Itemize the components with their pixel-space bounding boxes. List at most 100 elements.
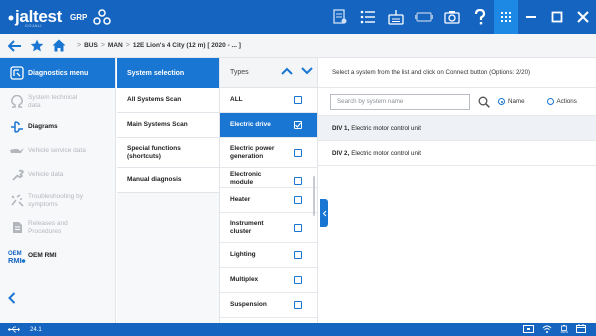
system-option-all-systems-scan[interactable]: All Systems Scan [117, 88, 219, 113]
camera-icon[interactable] [438, 0, 466, 34]
sidebar-item-vehicle-data[interactable]: Vehicle data [0, 163, 115, 187]
back-button[interactable] [4, 34, 26, 58]
breadcrumb-item[interactable]: MAN [108, 42, 123, 49]
sidebar-item-vehicle-service-data[interactable]: Vehicle service data [0, 139, 115, 163]
ohm-icon [6, 95, 28, 108]
search-by-actions-radio[interactable]: Actions [546, 98, 577, 105]
title-bar: jaltest COJALI GRP [0, 0, 596, 34]
system-option-label: All Systems Scan [127, 96, 182, 103]
diagnostics-sidebar: Diagnostics menu System technical data Di… [0, 58, 116, 323]
type-item-label: Lighting [230, 251, 256, 258]
sidebar-item-label: Vehicle data [28, 171, 64, 178]
chevron-up-icon[interactable] [281, 67, 293, 75]
system-option-main-systems-scan[interactable]: Main Systems Scan [117, 113, 219, 138]
search-icon[interactable] [478, 96, 490, 108]
mode-label: GRP [70, 12, 88, 22]
types-scrollbar[interactable] [313, 176, 315, 216]
collapse-types-button[interactable] [320, 199, 328, 227]
result-code: DIV 1, [332, 124, 350, 132]
diagnostics-menu-icon [6, 66, 28, 80]
breadcrumb: > BUS > MAN > 12E Lion's 4 City (12 m) [… [74, 42, 241, 49]
search-row: Search by system name Name Actions [318, 88, 596, 116]
sidebar-item-diagrams[interactable]: Diagrams [0, 115, 115, 139]
favorites-button[interactable] [26, 34, 48, 58]
oem-rmi-icon: OEM RMI [6, 248, 28, 264]
back-arrow-icon [8, 39, 21, 52]
type-checkbox[interactable] [294, 148, 302, 157]
usb-icon [8, 326, 20, 333]
system-option-label: Main Systems Scan [127, 121, 188, 128]
type-item-electric-power-generation[interactable]: Electric power generation [220, 138, 317, 168]
keyboard-icon[interactable] [382, 0, 410, 34]
type-checkbox[interactable] [294, 223, 302, 232]
logo-dot-icon [8, 15, 14, 21]
search-by-name-radio[interactable]: Name [498, 98, 525, 105]
system-option-special-functions[interactable]: Special functions (shortcuts) [117, 138, 219, 168]
search-input[interactable]: Search by system name [330, 93, 470, 110]
type-item-suspension[interactable]: Suspension [220, 293, 317, 318]
vci-connection-icon [523, 324, 535, 335]
sidebar-header[interactable]: Diagnostics menu [0, 58, 115, 88]
list-icon[interactable] [354, 0, 382, 34]
type-checkbox[interactable] [294, 301, 302, 309]
type-item-heater[interactable]: Heater [220, 188, 317, 213]
type-item-label: Heater [230, 196, 251, 203]
version-label: 24.1 [30, 326, 42, 333]
chevron-down-icon[interactable] [301, 67, 313, 75]
result-row[interactable]: DIV 1, Electric motor control unit [318, 116, 596, 141]
breadcrumb-chevron-icon: > [77, 42, 82, 49]
system-option-manual-diagnosis[interactable]: Manual diagnosis [117, 168, 219, 193]
report-icon[interactable] [326, 0, 354, 34]
vehicle-group-icon[interactable] [93, 9, 112, 25]
svg-text:RMI: RMI [8, 256, 22, 264]
sidebar-item-label: Diagrams [28, 123, 58, 130]
instruction-text: Select a system from the list and click … [318, 58, 596, 88]
sidebar-item-system-technical-data[interactable]: System technical data [0, 88, 115, 115]
home-button[interactable] [48, 34, 70, 58]
type-checkbox[interactable] [294, 251, 302, 259]
type-item-label: generation [230, 152, 264, 160]
calendar-icon[interactable] [576, 324, 586, 335]
types-header-label: Types [230, 69, 249, 76]
sidebar-item-oem-rmi[interactable]: OEM RMI OEM RMI [0, 241, 115, 271]
oil-can-icon [6, 146, 28, 156]
battery-label: 100% [560, 330, 568, 334]
sidebar-header-label: Diagnostics menu [28, 69, 89, 77]
result-code: DIV 2, [332, 149, 350, 157]
sidebar-item-troubleshooting[interactable]: Troubleshooting by symptoms [0, 187, 115, 214]
types-column: Types ALL Electric drive Electric power g… [220, 58, 318, 323]
type-checkbox-checked[interactable] [294, 121, 302, 129]
maximize-button[interactable] [544, 0, 570, 34]
breadcrumb-item[interactable]: 12E Lion's 4 City (12 m) [ 2020 - ... ] [133, 42, 241, 49]
type-checkbox[interactable] [294, 177, 302, 185]
type-checkbox[interactable] [294, 276, 302, 284]
sidebar-item-label: Troubleshooting by [28, 192, 84, 200]
type-item-lighting[interactable]: Lighting [220, 243, 317, 268]
type-item-label: Multiplex [230, 276, 259, 283]
chevron-left-small-icon [322, 210, 326, 216]
type-item-all[interactable]: ALL [220, 88, 317, 113]
type-checkbox[interactable] [294, 196, 302, 204]
collapse-sidebar-button[interactable] [8, 291, 16, 309]
status-bar: 24.1 100% [0, 323, 596, 336]
close-icon [577, 11, 589, 23]
chevron-left-icon [8, 292, 16, 304]
type-item-electric-drive[interactable]: Electric drive [220, 113, 317, 138]
breadcrumb-item[interactable]: BUS [84, 42, 98, 49]
minimize-button[interactable] [518, 0, 544, 34]
result-row[interactable]: DIV 2, Electric motor control unit [318, 141, 596, 166]
radio-label: Name [508, 98, 525, 105]
radio-selected-icon [498, 98, 505, 105]
diagram-icon [6, 120, 28, 134]
type-item-electronic-module[interactable]: Electronic module [220, 168, 317, 188]
type-item-multiplex[interactable]: Multiplex [220, 268, 317, 293]
sidebar-item-releases-procedures[interactable]: Releases and Procedures [0, 214, 115, 241]
close-button[interactable] [570, 0, 596, 34]
type-item-label: Electric drive [230, 121, 271, 128]
types-header: Types [220, 58, 317, 88]
type-checkbox[interactable] [294, 96, 302, 104]
apps-grid-icon[interactable] [494, 0, 518, 34]
connector-icon[interactable] [410, 0, 438, 34]
type-item-instrument-cluster[interactable]: Instrument cluster [220, 213, 317, 243]
help-icon[interactable] [466, 0, 494, 34]
